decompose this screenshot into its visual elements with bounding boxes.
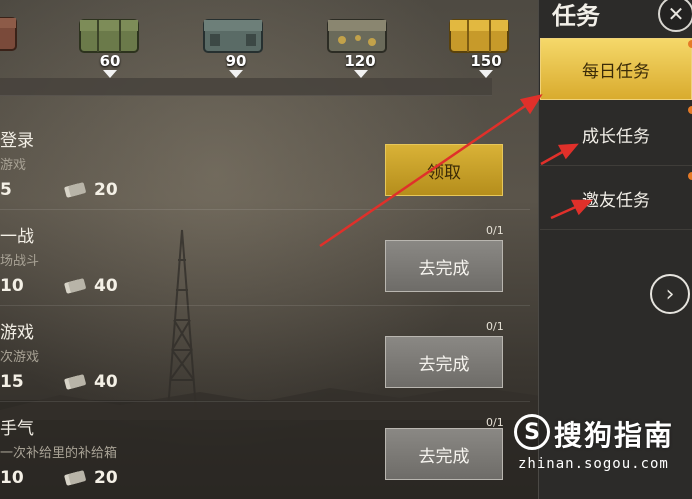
chevron-right-icon[interactable]: › bbox=[650, 274, 690, 314]
milestone-marker bbox=[354, 70, 368, 78]
go-complete-button[interactable]: 去完成 bbox=[385, 240, 503, 292]
close-icon[interactable]: ✕ bbox=[658, 0, 692, 32]
milestone-60: 60 bbox=[99, 52, 121, 70]
crate-icon-120[interactable] bbox=[324, 8, 390, 56]
go-complete-button[interactable]: 去完成 bbox=[385, 336, 503, 388]
coin-icon bbox=[64, 374, 86, 390]
task-row: 手气 一次补给里的补给箱 10 20 0/1 去完成 bbox=[0, 402, 530, 498]
milestone-marker bbox=[229, 70, 243, 78]
tab-label: 成长任务 bbox=[582, 127, 650, 147]
task-title: 登录 bbox=[0, 131, 34, 151]
crate-icon-90[interactable] bbox=[200, 8, 266, 56]
coin-icon bbox=[64, 278, 86, 294]
task-xp: 10 bbox=[0, 468, 24, 488]
crate-icon[interactable] bbox=[0, 8, 36, 56]
sogou-logo-icon: S bbox=[514, 414, 550, 450]
milestone-90: 90 bbox=[225, 52, 247, 70]
task-progress: 0/1 bbox=[486, 320, 504, 333]
task-title: 游戏 bbox=[0, 323, 34, 343]
progress-track bbox=[0, 78, 492, 96]
task-subtitle: 一次补给里的补给箱 bbox=[0, 446, 118, 461]
task-coins: 20 bbox=[94, 468, 118, 488]
task-row: 登录 游戏 5 20 领取 bbox=[0, 114, 530, 210]
task-title: 手气 bbox=[0, 419, 34, 439]
task-xp: 10 bbox=[0, 276, 24, 296]
task-coins: 20 bbox=[94, 180, 118, 200]
tab-growth-tasks[interactable]: 成长任务 bbox=[540, 104, 692, 166]
task-subtitle: 游戏 bbox=[0, 158, 27, 173]
coin-icon bbox=[64, 470, 86, 486]
go-complete-button[interactable]: 去完成 bbox=[385, 428, 503, 480]
tab-daily-tasks[interactable]: 每日任务 bbox=[540, 38, 692, 100]
crate-icon-60[interactable] bbox=[76, 8, 142, 56]
sidebar-title: 任务 bbox=[552, 2, 600, 30]
notification-dot bbox=[688, 40, 692, 48]
notification-dot bbox=[688, 172, 692, 180]
task-progress: 0/1 bbox=[486, 224, 504, 237]
milestone-marker bbox=[479, 70, 493, 78]
tab-label: 邀友任务 bbox=[582, 191, 650, 211]
task-row: 游戏 次游戏 15 40 0/1 去完成 bbox=[0, 306, 530, 402]
task-xp: 5 bbox=[0, 180, 12, 200]
task-title: 一战 bbox=[0, 227, 34, 247]
crate-icon-150[interactable] bbox=[446, 8, 512, 56]
task-coins: 40 bbox=[94, 372, 118, 392]
tab-label: 每日任务 bbox=[582, 61, 650, 82]
watermark-name: 搜狗指南 bbox=[554, 419, 675, 452]
reward-progress-bar: 60 90 120 150 bbox=[0, 0, 509, 96]
milestone-120: 120 bbox=[344, 52, 376, 70]
watermark-url: zhinan.sogou.com bbox=[518, 456, 669, 472]
task-subtitle: 次游戏 bbox=[0, 350, 40, 365]
notification-dot bbox=[688, 106, 692, 114]
milestone-150: 150 bbox=[470, 52, 502, 70]
task-coins: 40 bbox=[94, 276, 118, 296]
task-subtitle: 场战斗 bbox=[0, 254, 40, 269]
task-xp: 15 bbox=[0, 372, 24, 392]
tab-invite-tasks[interactable]: 邀友任务 bbox=[540, 168, 692, 230]
coin-icon bbox=[64, 182, 86, 198]
claim-button[interactable]: 领取 bbox=[385, 144, 503, 196]
milestone-marker bbox=[103, 70, 117, 78]
task-row: 一战 场战斗 10 40 0/1 去完成 bbox=[0, 210, 530, 306]
